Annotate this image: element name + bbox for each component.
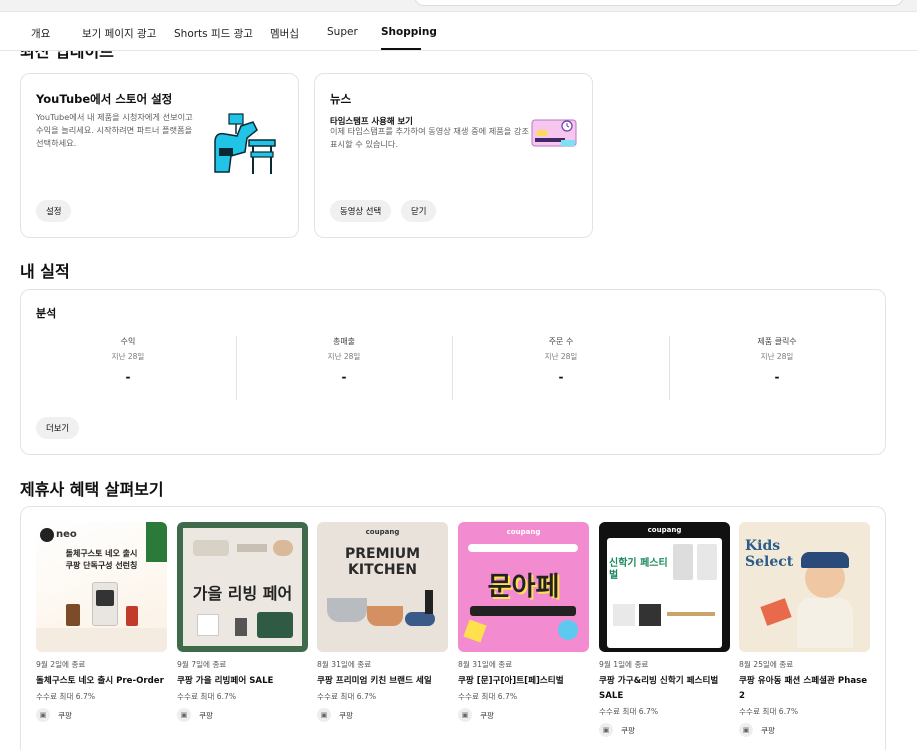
offer-commission: 수수료 최대 6.7% bbox=[177, 692, 237, 701]
metric-revenue: 수익 지난 28일 - bbox=[20, 336, 236, 384]
timestamp-illustration bbox=[531, 119, 577, 147]
tab-overview[interactable]: 개요 bbox=[31, 26, 50, 41]
tab-bar: 개요 보기 페이지 광고 Shorts 피드 광고 멤버십 Super Shop… bbox=[0, 12, 917, 50]
offer-brand: ▣ 쿠팡 bbox=[599, 723, 730, 737]
offer-thumb-text: 돌체구스토 네오 출시 쿠팡 단독구성 선런칭 bbox=[65, 549, 138, 570]
store-setup-body: YouTube에서 내 제품을 시청자에게 선보이고 수익을 늘리세요. 시작하… bbox=[36, 112, 193, 148]
metric-label: 제품 클릭수 bbox=[757, 337, 797, 346]
offer-thumb-text: 문아페 bbox=[487, 572, 560, 602]
offer-thumbnail[interactable]: coupang 신학기 페스티벌 bbox=[599, 522, 730, 652]
offer-title[interactable]: 쿠팡 가을 리빙페어 SALE bbox=[177, 674, 308, 689]
metric-period: 지난 28일 bbox=[760, 352, 794, 361]
offer-brand: ▣ 쿠팡 bbox=[317, 708, 448, 722]
offer-card[interactable]: 가을 리빙 페어 9월 7일에 종료 쿠팡 가을 리빙페어 SALE 수수료 최… bbox=[177, 522, 308, 722]
offer-card[interactable]: coupang PREMIUM KITCHEN 8월 31일에 종료 쿠팡 프리… bbox=[317, 522, 448, 722]
tab-divider bbox=[0, 50, 917, 51]
offer-card[interactable]: neo 돌체구스토 네오 출시 쿠팡 단독구성 선런칭 9월 2일에 종료 돌체… bbox=[36, 522, 167, 722]
tab-shopping[interactable]: Shopping bbox=[381, 26, 437, 38]
shopping-bag-icon: ▣ bbox=[36, 708, 50, 722]
offer-thumbnail[interactable]: coupang 문아페 bbox=[458, 522, 589, 652]
store-setup-card: YouTube에서 스토어 설정 YouTube에서 내 제품을 시청자에게 선… bbox=[20, 73, 299, 238]
offer-title[interactable]: 쿠팡 유아동 패션 스페셜관 Phase 2 bbox=[739, 674, 870, 704]
offer-title[interactable]: 쿠팡 프리미엄 키친 브랜드 세일 bbox=[317, 674, 448, 689]
offer-thumbnail[interactable]: Kids Select bbox=[739, 522, 870, 652]
offer-thumb-text: 신학기 페스티벌 bbox=[609, 558, 668, 581]
offer-title[interactable]: 쿠팡 [문]구[아]트[페]스티벌 bbox=[458, 674, 589, 689]
setup-button[interactable]: 설정 bbox=[36, 200, 72, 222]
metric-period: 지난 28일 bbox=[111, 352, 145, 361]
metric-period: 지난 28일 bbox=[544, 352, 578, 361]
close-button[interactable]: 닫기 bbox=[401, 200, 437, 222]
metric-product-clicks: 제품 클릭수 지난 28일 - bbox=[669, 336, 885, 384]
metric-value: - bbox=[125, 370, 131, 384]
brand-name: 쿠팡 bbox=[58, 710, 72, 720]
offer-card[interactable]: Kids Select 8월 25일에 종료 쿠팡 유아동 패션 스페셜관 Ph… bbox=[739, 522, 870, 737]
shopping-bag-icon: ▣ bbox=[317, 708, 331, 722]
tab-shorts-feed-ads[interactable]: Shorts 피드 광고 bbox=[174, 26, 253, 41]
brand-name: 쿠팡 bbox=[199, 710, 213, 720]
offer-end-date: 9월 7일에 종료 bbox=[177, 660, 227, 669]
news-body: 이제 타임스탬프를 추가하여 동영상 재생 중에 제품을 강조 표시할 수 있습… bbox=[330, 126, 529, 149]
brand-name: 쿠팡 bbox=[621, 725, 635, 735]
offer-commission: 수수료 최대 6.7% bbox=[739, 707, 799, 716]
shopping-bag-icon: ▣ bbox=[458, 708, 472, 722]
metric-value: - bbox=[774, 370, 780, 384]
metric-period: 지난 28일 bbox=[327, 352, 361, 361]
metric-value: - bbox=[341, 370, 347, 384]
offer-end-date: 9월 1일에 종료 bbox=[599, 660, 649, 669]
metric-gross-sales: 총매출 지난 28일 - bbox=[236, 336, 452, 384]
shopping-bag-icon: ▣ bbox=[177, 708, 191, 722]
offer-brand: ▣ 쿠팡 bbox=[739, 723, 870, 737]
tab-membership[interactable]: 멤버십 bbox=[270, 26, 299, 41]
offer-end-date: 8월 31일에 종료 bbox=[458, 660, 513, 669]
brand-name: 쿠팡 bbox=[480, 710, 494, 720]
offer-thumbnail[interactable]: 가을 리빙 페어 bbox=[177, 522, 308, 652]
offer-thumb-text: PREMIUM KITCHEN bbox=[344, 546, 421, 578]
analytics-title: 분석 bbox=[36, 307, 57, 320]
offer-commission: 수수료 최대 6.7% bbox=[36, 692, 96, 701]
offer-commission: 수수료 최대 6.7% bbox=[599, 707, 659, 716]
offer-brand: ▣ 쿠팡 bbox=[177, 708, 308, 722]
offer-card[interactable]: coupang 문아페 8월 31일에 종료 쿠팡 [문]구[아]트[페]스티벌… bbox=[458, 522, 589, 722]
offer-thumbnail[interactable]: coupang PREMIUM KITCHEN bbox=[317, 522, 448, 652]
offer-thumbnail[interactable]: neo 돌체구스토 네오 출시 쿠팡 단독구성 선런칭 bbox=[36, 522, 167, 652]
metric-label: 총매출 bbox=[332, 337, 356, 346]
offer-brand: ▣ 쿠팡 bbox=[458, 708, 589, 722]
offer-end-date: 8월 31일에 종료 bbox=[317, 660, 372, 669]
offer-card[interactable]: coupang 신학기 페스티벌 9월 1일에 종료 쿠팡 가구&리빙 신학기 … bbox=[599, 522, 730, 737]
offer-thumb-text: 가을 리빙 페어 bbox=[192, 584, 293, 603]
top-strip bbox=[0, 0, 917, 12]
offer-thumb-text: Kids Select bbox=[745, 538, 794, 570]
tab-super[interactable]: Super bbox=[327, 26, 358, 38]
offer-title[interactable]: 돌체구스토 네오 출시 Pre-Order bbox=[36, 674, 167, 689]
metric-label: 주문 수 bbox=[548, 337, 574, 346]
news-card: 뉴스 타임스탬프 사용해 보기 이제 타임스탬프를 추가하여 동영상 재생 중에… bbox=[314, 73, 593, 238]
news-title: 뉴스 bbox=[330, 92, 352, 106]
offer-brand: ▣ 쿠팡 bbox=[36, 708, 167, 722]
shopping-bag-icon: ▣ bbox=[739, 723, 753, 737]
more-button[interactable]: 더보기 bbox=[36, 417, 80, 439]
metric-label: 수익 bbox=[120, 337, 136, 346]
metric-orders: 주문 수 지난 28일 - bbox=[453, 336, 669, 384]
shopping-bag-icon: ▣ bbox=[599, 723, 613, 737]
search-bar-edge[interactable] bbox=[414, 0, 904, 6]
offer-end-date: 8월 25일에 종료 bbox=[739, 660, 794, 669]
offer-commission: 수수료 최대 6.7% bbox=[317, 692, 377, 701]
offer-end-date: 9월 2일에 종료 bbox=[36, 660, 86, 669]
offer-title[interactable]: 쿠팡 가구&리빙 신학기 페스티벌 SALE bbox=[599, 674, 730, 704]
store-setup-title: YouTube에서 스토어 설정 bbox=[36, 92, 173, 106]
select-video-button[interactable]: 동영상 선택 bbox=[330, 200, 392, 222]
tab-watch-page-ads[interactable]: 보기 페이지 광고 bbox=[82, 26, 156, 41]
brand-name: 쿠팡 bbox=[761, 725, 775, 735]
offer-commission: 수수료 최대 6.7% bbox=[458, 692, 518, 701]
brand-name: 쿠팡 bbox=[339, 710, 353, 720]
performance-title: 내 실적 bbox=[20, 262, 70, 281]
affiliate-title: 제휴사 혜택 살펴보기 bbox=[20, 480, 164, 499]
metric-value: - bbox=[558, 370, 564, 384]
store-setup-illustration bbox=[207, 112, 282, 180]
